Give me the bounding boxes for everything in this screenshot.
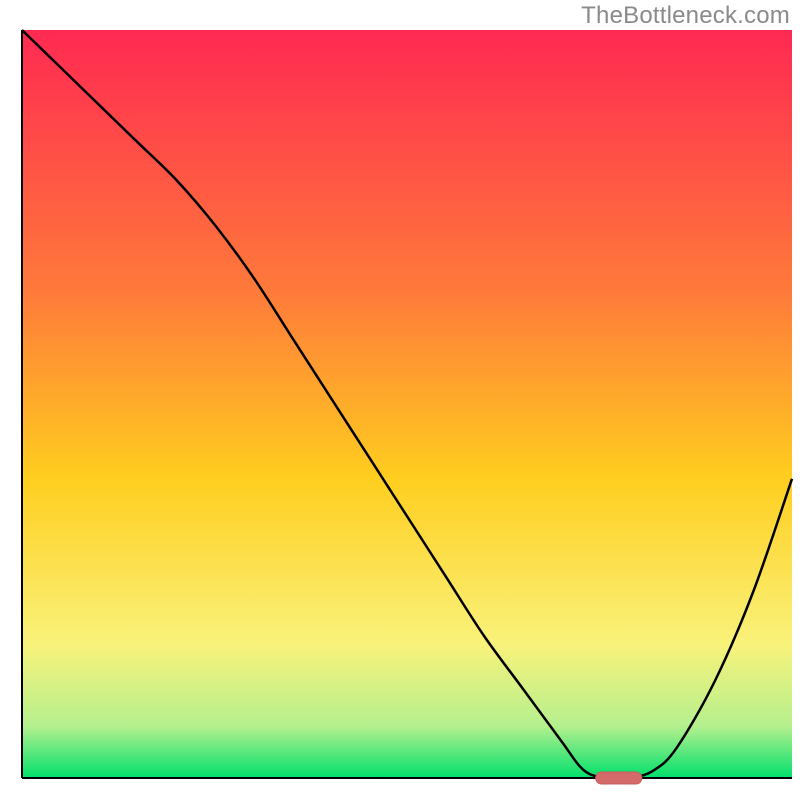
- chart-svg: [0, 0, 800, 800]
- optimal-marker: [596, 772, 642, 784]
- chart-stage: TheBottleneck.com: [0, 0, 800, 800]
